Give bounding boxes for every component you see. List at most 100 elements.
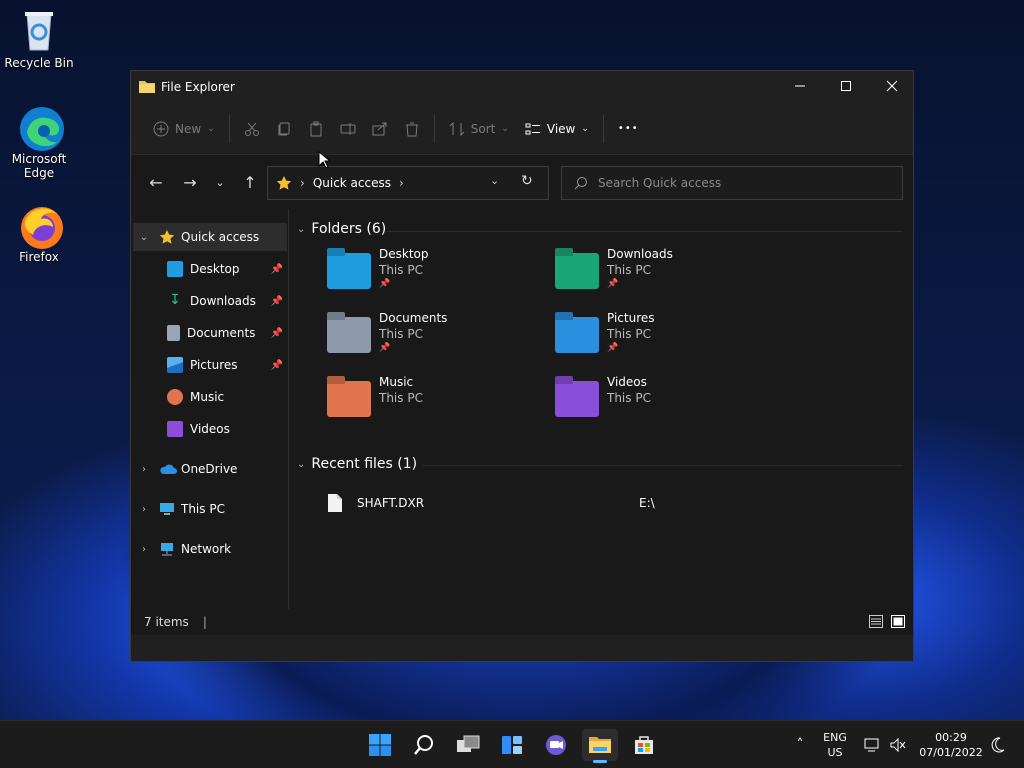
forward-button[interactable]: →: [175, 167, 205, 197]
refresh-button[interactable]: ↻: [521, 173, 533, 189]
view-button[interactable]: View ⌄: [517, 111, 597, 147]
sort-button[interactable]: Sort ⌄: [441, 111, 517, 147]
desktop-icon-edge[interactable]: Microsoft Edge: [1, 104, 77, 180]
desktop-icon-firefox[interactable]: Firefox: [1, 202, 77, 264]
new-button[interactable]: New ⌄: [145, 111, 223, 147]
paste-button[interactable]: [300, 111, 332, 147]
folder-tile-pictures[interactable]: Pictures This PC 📌: [555, 311, 765, 367]
toolbar-separator: [433, 114, 435, 143]
back-button[interactable]: ←: [141, 167, 171, 197]
folder-tile-downloads[interactable]: Downloads This PC 📌: [555, 247, 765, 303]
folder-name: Downloads: [607, 247, 673, 261]
folders-group-header[interactable]: ⌄ Folders (6): [297, 221, 386, 237]
desktop-icon-recycle-bin[interactable]: Recycle Bin: [1, 8, 77, 70]
file-icon: [328, 494, 342, 512]
video-icon: [167, 421, 183, 437]
maximize-button[interactable]: [823, 71, 869, 101]
file-explorer-taskbar-button[interactable]: [582, 729, 618, 763]
address-history-dropdown[interactable]: ⌄: [490, 174, 499, 187]
recent-file-path: E:\: [639, 496, 655, 510]
file-explorer-icon: [589, 737, 611, 753]
cloud-icon: [160, 464, 177, 474]
rename-button[interactable]: [332, 111, 364, 147]
folder-tile-videos[interactable]: Videos This PC: [555, 375, 765, 431]
language-label: ENG: [823, 731, 847, 744]
sidebar-item-network[interactable]: › Network: [133, 535, 287, 563]
chevron-expanded-icon[interactable]: ⌄: [137, 232, 151, 243]
sort-icon: [449, 121, 465, 136]
search-taskbar-button[interactable]: [406, 729, 442, 761]
chevron-expanded-icon: ⌄: [297, 223, 306, 235]
store-button[interactable]: [626, 729, 662, 761]
volume-button[interactable]: [886, 721, 910, 768]
folder-icon: [555, 381, 599, 417]
pin-icon[interactable]: 📌: [271, 328, 283, 339]
chat-button[interactable]: [538, 729, 574, 761]
large-icons-view-button[interactable]: [891, 615, 905, 631]
network-status-button[interactable]: [860, 721, 884, 768]
folder-tile-music[interactable]: Music This PC: [327, 375, 537, 431]
chevron-up-icon: ˄: [796, 736, 804, 753]
sidebar-item-label: OneDrive: [181, 462, 238, 476]
plus-circle-icon: [153, 121, 169, 136]
maximize-icon: [841, 81, 851, 91]
arrow-right-icon: →: [183, 172, 197, 192]
new-button-label: New: [175, 121, 202, 136]
cut-button[interactable]: [236, 111, 268, 147]
recent-file-row[interactable]: SHAFT.DXR E:\: [327, 493, 657, 513]
chevron-right-icon[interactable]: ›: [137, 544, 151, 555]
recent-locations-button[interactable]: ⌄: [205, 167, 235, 197]
pin-icon[interactable]: 📌: [271, 360, 283, 371]
widgets-button[interactable]: [494, 729, 530, 761]
up-button[interactable]: ↑: [235, 167, 265, 197]
sidebar-item-downloads[interactable]: ↧ Downloads 📌: [133, 287, 287, 315]
recent-file-name: SHAFT.DXR: [357, 496, 425, 510]
folder-location: This PC: [379, 391, 423, 405]
pin-icon[interactable]: 📌: [271, 264, 283, 275]
region-label: US: [827, 746, 843, 759]
clock[interactable]: 00:29 07/01/2022: [914, 721, 988, 768]
chevron-right-icon[interactable]: ›: [137, 464, 151, 475]
close-button[interactable]: [869, 71, 915, 101]
recent-group-header[interactable]: ⌄ Recent files (1): [297, 456, 417, 472]
clock-time: 00:29: [935, 731, 967, 744]
search-input[interactable]: [598, 176, 878, 190]
pin-icon[interactable]: 📌: [271, 296, 283, 307]
focus-assist-button[interactable]: [986, 721, 1010, 768]
copy-button[interactable]: [268, 111, 300, 147]
sidebar-item-desktop[interactable]: Desktop 📌: [133, 255, 287, 283]
clipboard-icon: [310, 121, 322, 136]
chevron-expanded-icon: ⌄: [297, 458, 306, 470]
sidebar-item-videos[interactable]: Videos: [133, 415, 287, 443]
desktop-icon-label: Recycle Bin: [4, 56, 74, 70]
search-icon: [414, 735, 433, 755]
sidebar-item-label: Documents: [187, 326, 256, 340]
sidebar-item-this-pc[interactable]: › This PC: [133, 495, 287, 523]
breadcrumb-quick-access[interactable]: Quick access: [313, 176, 391, 190]
breadcrumb-separator-icon: ›: [300, 176, 305, 190]
sidebar-item-quick-access[interactable]: ⌄ Quick access: [133, 223, 287, 251]
volume-muted-icon: [890, 737, 906, 753]
sidebar-item-onedrive[interactable]: › OneDrive: [133, 455, 287, 483]
content-pane: ⌄ Folders (6) Desktop This PC 📌 Downloads Th…: [297, 209, 911, 635]
folder-tile-documents[interactable]: Documents This PC 📌: [327, 311, 537, 367]
chevron-down-icon: ⌄: [501, 123, 509, 134]
sidebar-item-pictures[interactable]: Pictures 📌: [133, 351, 287, 379]
details-view-button[interactable]: [869, 615, 883, 631]
start-button[interactable]: [362, 729, 398, 761]
folder-icon: [327, 381, 371, 417]
share-button[interactable]: [364, 111, 396, 147]
delete-button[interactable]: [396, 111, 428, 147]
sidebar-item-documents[interactable]: Documents 📌: [133, 319, 287, 347]
more-options-button[interactable]: •••: [610, 111, 647, 147]
sidebar-item-music[interactable]: Music: [133, 383, 287, 411]
show-hidden-icons-button[interactable]: ˄: [786, 721, 814, 768]
chevron-right-icon[interactable]: ›: [137, 504, 151, 515]
search-box[interactable]: [561, 166, 903, 200]
task-view-button[interactable]: [450, 729, 486, 761]
language-indicator[interactable]: ENG US: [816, 721, 854, 768]
minimize-button[interactable]: [777, 71, 823, 101]
folder-tile-desktop[interactable]: Desktop This PC 📌: [327, 247, 537, 303]
address-bar[interactable]: › Quick access › ⌄ ↻: [267, 166, 549, 200]
download-arrow-icon: ↧: [169, 292, 181, 308]
